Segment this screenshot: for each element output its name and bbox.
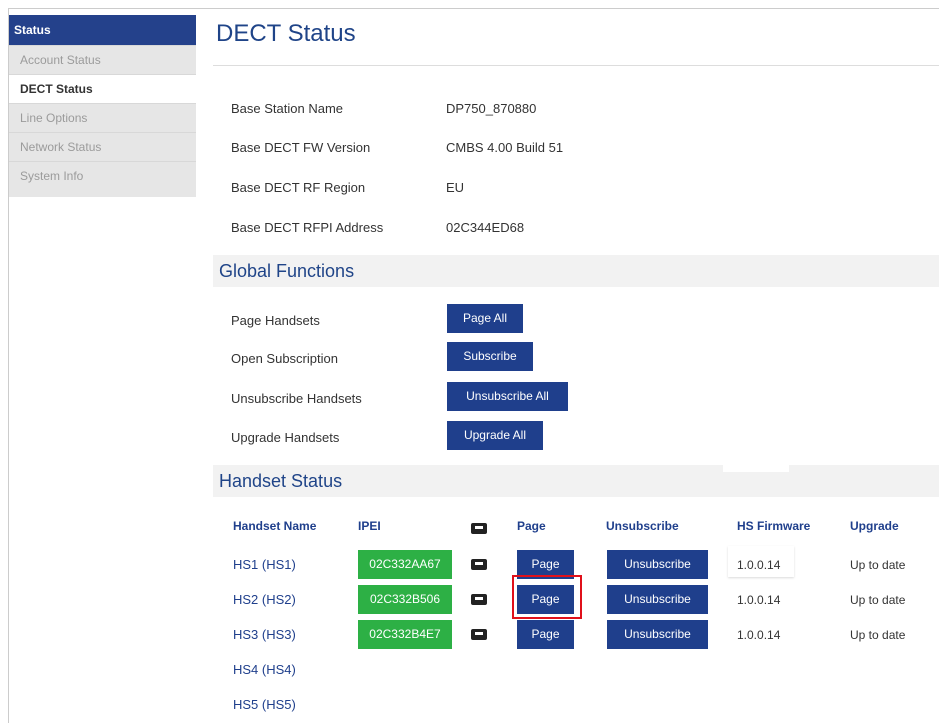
col-upgrade: Upgrade [850, 519, 899, 533]
frame-top-border [8, 8, 939, 9]
unsubscribe-handsets-label: Unsubscribe Handsets [231, 391, 362, 406]
subscribe-button[interactable]: Subscribe [447, 342, 533, 371]
hs3-upgrade-status: Up to date [850, 628, 906, 642]
col-hs-firmware: HS Firmware [737, 519, 811, 533]
hs2-ipei: 02C332B506 [358, 585, 452, 614]
col-handset-name: Handset Name [233, 519, 317, 533]
global-functions-title: Global Functions [219, 261, 355, 281]
page-all-button[interactable]: Page All [447, 304, 523, 333]
upgrade-all-button[interactable]: Upgrade All [447, 421, 543, 450]
hs3-battery-icon [471, 629, 487, 640]
hs1-unsubscribe-button[interactable]: Unsubscribe [607, 550, 708, 579]
hs1-firmware: 1.0.0.14 [737, 558, 781, 572]
battery-icon [471, 523, 487, 534]
hs1-battery-icon [471, 559, 487, 570]
sidebar: Status Account Status DECT Status Line O… [9, 15, 196, 197]
global-functions-header: Global Functions [213, 255, 939, 287]
hs3-page-button[interactable]: Page [517, 620, 574, 649]
base-rf-region-value: EU [446, 180, 465, 195]
open-subscription-label: Open Subscription [231, 351, 338, 366]
base-fw-version-label: Base DECT FW Version [231, 140, 371, 155]
hs2-firmware: 1.0.0.14 [737, 593, 781, 607]
base-rfpi-address-value: 02C344ED68 [446, 220, 525, 235]
hs1-upgrade-status: Up to date [850, 558, 906, 572]
hs5-name: HS5 (HS5) [233, 697, 296, 712]
hs2-upgrade-status: Up to date [850, 593, 906, 607]
hs4-name: HS4 (HS4) [233, 662, 296, 677]
sidebar-header[interactable]: Status [9, 15, 196, 45]
sidebar-item-line-options[interactable]: Line Options [9, 103, 196, 132]
page-handsets-label: Page Handsets [231, 313, 320, 328]
upgrade-handsets-label: Upgrade Handsets [231, 430, 340, 445]
base-station-name-value: DP750_870880 [446, 101, 537, 116]
base-rf-region-label: Base DECT RF Region [231, 180, 366, 195]
hs2-unsubscribe-button[interactable]: Unsubscribe [607, 585, 708, 614]
highlight-box [512, 575, 582, 619]
hs2-battery-icon [471, 594, 487, 605]
hs1-ipei: 02C332AA67 [358, 550, 452, 579]
handset-status-header: Handset Status [213, 465, 939, 497]
sidebar-item-account-status[interactable]: Account Status [9, 45, 196, 74]
handset-status-title: Handset Status [219, 471, 343, 491]
hs3-ipei: 02C332B4E7 [358, 620, 452, 649]
sidebar-item-dect-status[interactable]: DECT Status [9, 74, 196, 103]
page-title: DECT Status [216, 20, 356, 47]
col-unsubscribe: Unsubscribe [606, 519, 679, 533]
hs3-name: HS3 (HS3) [233, 627, 296, 642]
base-rfpi-address-label: Base DECT RFPI Address [231, 220, 384, 235]
sidebar-item-network-status[interactable]: Network Status [9, 132, 196, 161]
col-ipei: IPEI [358, 519, 381, 533]
hs2-name: HS2 (HS2) [233, 592, 296, 607]
header-notch [723, 462, 789, 472]
title-divider [213, 65, 939, 66]
col-page: Page [517, 519, 546, 533]
hs1-name: HS1 (HS1) [233, 557, 296, 572]
sidebar-item-system-info[interactable]: System Info [9, 161, 196, 190]
hs3-unsubscribe-button[interactable]: Unsubscribe [607, 620, 708, 649]
base-fw-version-value: CMBS 4.00 Build 51 [446, 140, 564, 155]
base-station-name-label: Base Station Name [231, 101, 344, 116]
unsubscribe-all-button[interactable]: Unsubscribe All [447, 382, 568, 411]
hs3-firmware: 1.0.0.14 [737, 628, 781, 642]
